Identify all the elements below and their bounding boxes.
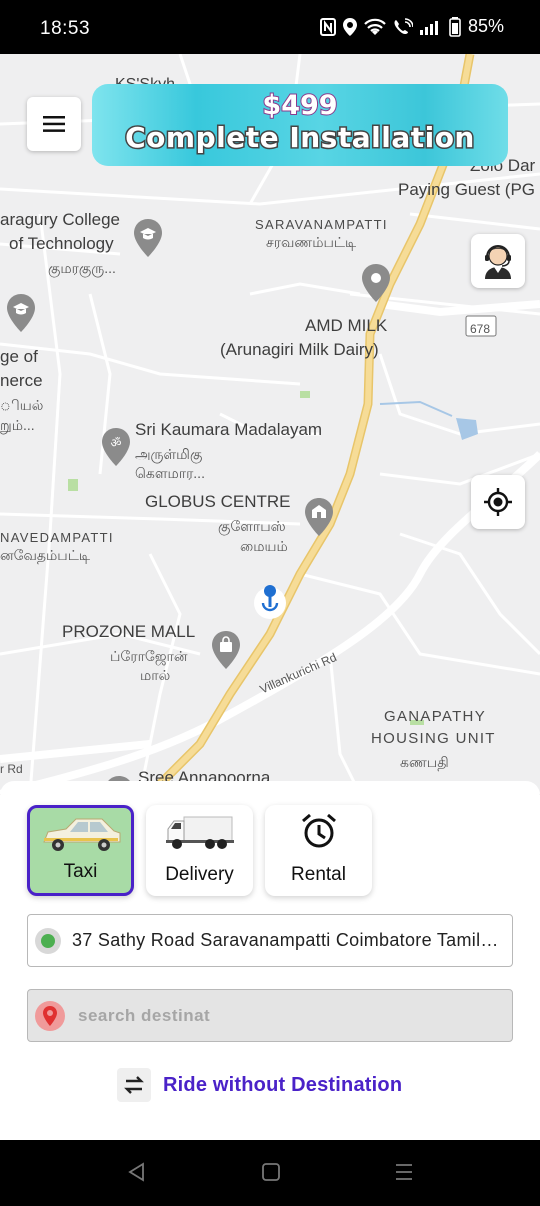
- wifi-call-icon: [393, 17, 413, 36]
- map-label-kumaraguru-2: of Technology: [9, 234, 114, 253]
- place-pin-icon: [362, 264, 390, 302]
- map-label-amd-milk-2: (Arunagiri Milk Dairy): [220, 340, 379, 359]
- map-label-globus: GLOBUS CENTRE: [145, 492, 291, 511]
- crosshair-icon: [484, 488, 512, 516]
- pickup-field[interactable]: 37 Sathy Road Saravanampatti Coimbatore …: [27, 914, 513, 967]
- map-label-kaumara-3: கௌமார...: [135, 465, 205, 481]
- banner-price: $499: [261, 89, 338, 122]
- status-icons: 85%: [319, 16, 504, 37]
- map-label-amd-milk: AMD MILK: [305, 316, 388, 335]
- back-icon[interactable]: [127, 1162, 147, 1182]
- promo-banner[interactable]: $499 Complete Installation: [92, 84, 508, 166]
- wifi-icon: [364, 18, 386, 36]
- destination-pin-icon: [35, 1000, 65, 1031]
- nfc-icon: [319, 17, 336, 36]
- shopping-pin-icon: [212, 631, 240, 669]
- booking-sheet: Taxi Delivery Rental 37 Sathy Road Sarav…: [0, 781, 540, 1140]
- service-delivery[interactable]: Delivery: [146, 805, 253, 896]
- truck-icon: [165, 816, 234, 849]
- map-label-navedampatti-ta: னவேதம்பட்டி: [0, 547, 91, 563]
- banner-text: Complete Installation: [124, 120, 476, 156]
- map-label-globus-3: மையம்: [240, 538, 288, 554]
- my-location-button[interactable]: [471, 475, 525, 529]
- map-label-college-2: nerce: [0, 371, 43, 390]
- map-label-college-3: ியல்: [0, 397, 44, 413]
- hamburger-icon: [43, 116, 65, 132]
- destination-input[interactable]: [78, 1005, 478, 1026]
- map-label-ganapathy: GANAPATHY: [384, 708, 486, 725]
- map-label-college: ge of: [0, 347, 38, 366]
- status-bar: 18:53 85%: [0, 0, 540, 54]
- map-label-678: 678: [470, 322, 491, 336]
- building-pin-icon: [305, 498, 333, 536]
- service-delivery-label: Delivery: [165, 864, 234, 885]
- current-location-marker-icon: [254, 585, 286, 619]
- map-label-college-4: றும்...: [0, 417, 35, 433]
- swap-icon: [117, 1068, 151, 1102]
- ride-without-destination-label: Ride without Destination: [163, 1073, 403, 1096]
- map-label-saravanampatti-ta: சரவணம்பட்டி: [266, 234, 357, 250]
- svg-text:ॐ: ॐ: [111, 436, 122, 450]
- battery-icon: [449, 16, 461, 37]
- map-label-globus-2: குளோபஸ்: [218, 518, 286, 534]
- map-label-paying-guest: Paying Guest (PG: [398, 180, 536, 199]
- recents-icon[interactable]: [394, 1162, 414, 1182]
- signal-icon: [419, 19, 442, 35]
- support-button[interactable]: [471, 234, 525, 288]
- temple-pin-icon: ॐ: [102, 428, 130, 466]
- ride-without-destination-button[interactable]: Ride without Destination: [117, 1068, 402, 1102]
- service-taxi-label: Taxi: [63, 861, 98, 882]
- support-agent-icon: [485, 245, 511, 279]
- school-pin-icon: [7, 294, 35, 332]
- service-rental-label: Rental: [291, 864, 346, 885]
- school-pin-icon: [134, 219, 162, 257]
- home-icon[interactable]: [261, 1162, 281, 1182]
- menu-button[interactable]: [27, 97, 81, 151]
- map-label-rd: r Rd: [0, 762, 23, 776]
- taxi-icon: [42, 818, 120, 851]
- alarm-clock-icon: [301, 813, 336, 848]
- map-label-kaumara: Sri Kaumara Madalayam: [135, 420, 323, 439]
- location-icon: [342, 17, 357, 36]
- map-label-kumaraguru-3: குமரகுரு...: [48, 260, 116, 276]
- map-label-kumaraguru: aragury College: [0, 210, 121, 229]
- service-rental[interactable]: Rental: [265, 805, 372, 896]
- battery-percent: 85%: [467, 16, 504, 36]
- system-nav-bar: [0, 1140, 540, 1206]
- service-taxi[interactable]: Taxi: [27, 805, 134, 896]
- map-label-prozone: PROZONE MALL: [62, 622, 196, 641]
- pickup-address: 37 Sathy Road Saravanampatti Coimbatore …: [72, 930, 502, 950]
- destination-field[interactable]: [27, 989, 513, 1042]
- map-label-ganapathy-3: கணபதி: [400, 754, 449, 770]
- pickup-dot-icon: [35, 927, 61, 954]
- map-label-ganapathy-2: HOUSING UNIT: [371, 730, 496, 747]
- map-label-prozone-3: மால்: [140, 667, 171, 683]
- status-time: 18:53: [40, 18, 91, 39]
